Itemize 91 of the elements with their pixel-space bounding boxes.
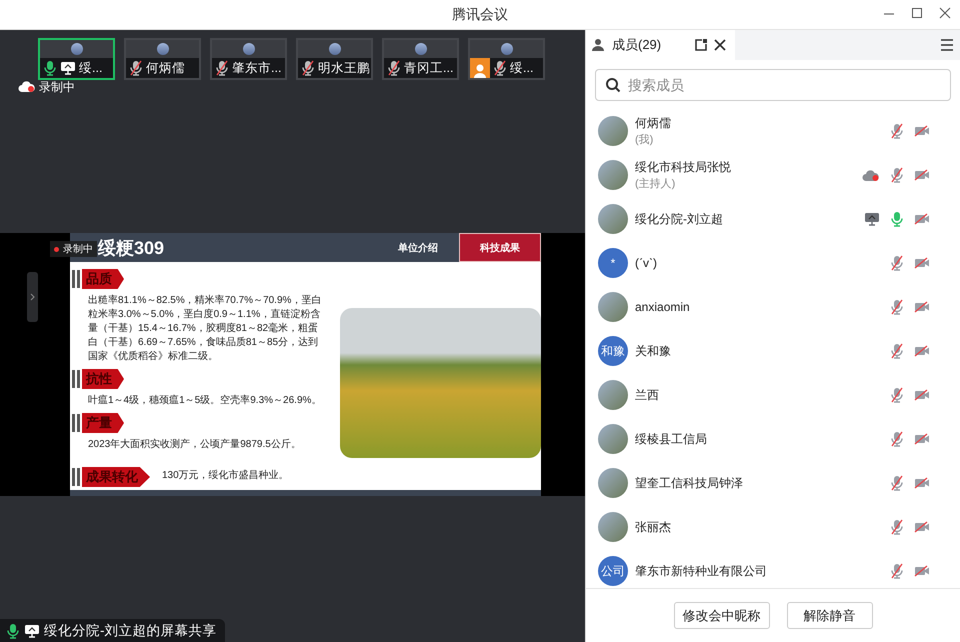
cloud-recording-icon	[18, 81, 36, 93]
video-tile[interactable]: 绥...	[468, 38, 545, 80]
member-name: anxiaomin	[635, 300, 691, 314]
camera-off-icon[interactable]	[914, 389, 930, 401]
avatar-icon	[500, 43, 512, 55]
avatar-photo	[598, 292, 628, 322]
member-name: 关和豫	[635, 342, 672, 360]
muted-microphone-icon[interactable]	[493, 60, 507, 76]
recording-dot	[54, 246, 59, 252]
camera-off-icon[interactable]	[914, 257, 930, 269]
member-role: (我)	[635, 133, 654, 147]
member-name: 何炳儒	[635, 115, 672, 132]
section-text: 130万元，绥化市盛昌种业。	[162, 468, 289, 482]
section-text: 出糙率81.1%～82.5%，精米率70.7%～70.9%，垩白粒米率3.0%～5.0%，垩白度0.9～1.1%，直链淀粉含量（干基）15.4～16.7%，胶稠度81～82毫米，粗蛋白（干基）6.69～7.65%，食味品质81～85分，达到国家《优质稻谷》标准二级。	[88, 294, 322, 364]
avatar-icon	[242, 43, 254, 55]
participant-name: 何炳儒	[146, 60, 185, 76]
members-tab[interactable]: 成员(29)	[586, 30, 735, 60]
camera-off-icon[interactable]	[914, 213, 930, 225]
avatar-icon	[328, 43, 340, 55]
avatar-photo	[598, 116, 628, 146]
menu-icon[interactable]	[940, 39, 954, 51]
slide-nav-label: 科技成果	[459, 233, 541, 262]
camera-off-icon[interactable]	[914, 345, 930, 357]
search-field[interactable]: 搜索成员	[595, 69, 951, 101]
member-name: 张丽杰	[635, 518, 672, 536]
avatar-photo	[598, 512, 628, 542]
camera-off-icon[interactable]	[914, 301, 930, 313]
member-name: 望奎工信科技局钟泽	[635, 474, 744, 492]
section-text: 叶瘟1～4级，穗颈瘟1～5级。空壳率9.3%～26.9%。	[88, 394, 322, 408]
avatar: *	[598, 248, 628, 278]
footer-button[interactable]: 解除静音	[786, 602, 872, 629]
participant-name: 明水王鹏	[318, 60, 370, 76]
video-tile[interactable]: 肇东市...	[210, 38, 287, 80]
avatar-photo	[598, 380, 628, 410]
section-heading: 产量	[82, 413, 124, 433]
participant-name: 绥...	[79, 60, 102, 76]
member-name: 绥棱县工信局	[635, 430, 708, 448]
member-name: 兰西	[635, 386, 660, 404]
avatar-icon	[414, 43, 426, 55]
recording-label: 录制中	[39, 78, 75, 96]
footer-button[interactable]: 修改会中昵称	[674, 602, 770, 629]
member-name: 肇东市新特种业有限公司	[635, 562, 768, 580]
camera-off-icon[interactable]	[914, 169, 930, 181]
avatar-photo	[598, 424, 628, 454]
people-icon	[592, 38, 606, 52]
participant-name: 肇东市...	[232, 60, 282, 76]
avatar-icon	[70, 43, 82, 55]
maximize-icon[interactable]	[910, 6, 924, 20]
window-title: 腾讯会议	[452, 6, 508, 24]
side-handle[interactable]	[27, 272, 38, 322]
section-heading: 品质	[82, 269, 124, 289]
muted-microphone-icon[interactable]	[215, 60, 229, 76]
avatar: 和豫	[598, 336, 628, 366]
search-icon	[605, 77, 621, 93]
screen-share-icon	[24, 624, 40, 638]
participant-name: 绥...	[510, 60, 534, 76]
video-tile[interactable]: 绥...	[38, 38, 115, 80]
chevron-icon	[30, 293, 36, 301]
slide-nav-label: 单位介绍	[397, 242, 439, 256]
member-name: 绥化分院-刘立超	[635, 210, 724, 228]
avatar: 公司	[598, 556, 628, 586]
avatar-photo	[598, 204, 628, 234]
camera-off-icon[interactable]	[914, 565, 930, 577]
section-heading: 成果转化	[82, 467, 150, 487]
camera-off-icon[interactable]	[914, 433, 930, 445]
recording-label: 录制中	[63, 242, 93, 256]
member-name: (ˊvˋ)	[635, 256, 658, 270]
avatar-photo	[598, 160, 628, 190]
video-tile[interactable]: 青冈工...	[382, 38, 459, 80]
avatar-photo	[598, 468, 628, 498]
pop-out-icon[interactable]	[694, 38, 708, 52]
microphone-icon[interactable]	[43, 60, 57, 76]
video-tile[interactable]: 何炳儒	[124, 38, 201, 80]
close-icon[interactable]	[938, 6, 952, 20]
screen-share-caption: 绥化分院-刘立超的屏幕共享	[44, 622, 216, 640]
member-name: 绥化市科技局张悦	[635, 159, 732, 176]
participant-name: 青冈工...	[404, 60, 454, 76]
microphone-icon[interactable]	[6, 622, 20, 638]
camera-off-icon[interactable]	[914, 125, 930, 137]
muted-microphone-icon[interactable]	[129, 60, 143, 76]
slide-title: 绥粳309	[98, 236, 166, 260]
member-role: (主持人)	[635, 176, 676, 191]
camera-off-icon[interactable]	[914, 521, 930, 533]
section-heading: 抗性	[82, 369, 124, 389]
muted-microphone-icon[interactable]	[387, 60, 401, 76]
video-tile[interactable]: 明水王鹏	[296, 38, 373, 80]
avatar-icon	[156, 43, 168, 55]
section-text: 2023年大面积实收测产，公顷产量9879.5公斤。	[88, 438, 302, 452]
close-icon[interactable]	[714, 39, 726, 51]
camera-off-icon[interactable]	[914, 477, 930, 489]
muted-microphone-icon[interactable]	[301, 60, 315, 76]
